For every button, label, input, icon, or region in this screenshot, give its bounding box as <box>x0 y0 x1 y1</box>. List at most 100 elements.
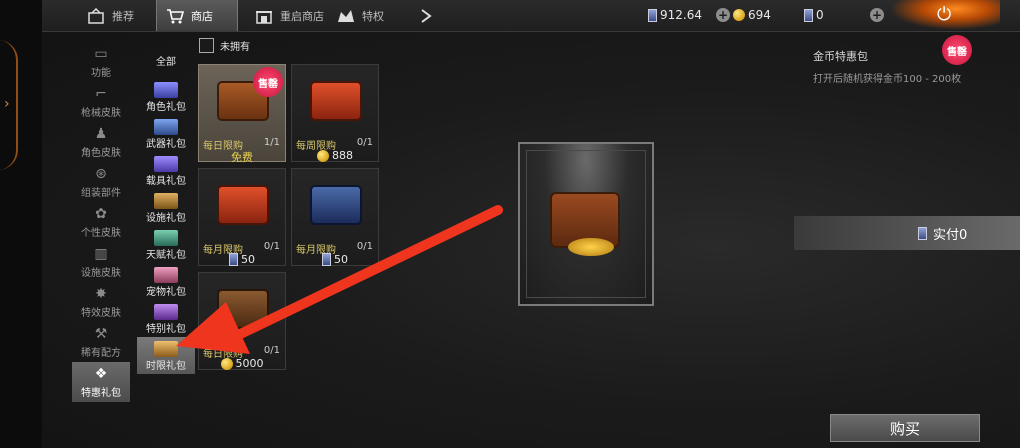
tab-recommend[interactable]: 推荐 <box>78 0 142 31</box>
subcategory-label: 角色礼包 <box>146 102 186 113</box>
category-rare-recipe[interactable]: ⚒ 稀有配方 <box>72 322 130 362</box>
chest-icon <box>217 289 269 329</box>
subcategory-label: 载具礼包 <box>146 176 186 187</box>
gold-value: 694 <box>748 8 771 22</box>
chest-icon <box>310 81 362 121</box>
buy-button[interactable]: 购买 <box>830 414 980 442</box>
category-style-skin[interactable]: ✿ 个性皮肤 <box>72 202 130 242</box>
card-icon <box>648 8 657 22</box>
purchase-count: 1/1 <box>263 137 280 148</box>
card-balance: 912.64 <box>648 8 702 22</box>
detail-description: 打开后随机获得金币100 - 200枚 <box>813 74 962 85</box>
item-gold-pack[interactable]: 售罄 每日限购 1/1 免费 <box>198 64 286 165</box>
ticket-balance: 0 <box>804 8 824 22</box>
pack-icon <box>154 230 178 246</box>
subcategory-list: 全部 角色礼包 武器礼包 载具礼包 设施礼包 天赋礼包 宠物礼包 特别礼包 时限… <box>137 42 195 374</box>
side-panel-edge: › <box>0 0 42 448</box>
price-value: 免费 <box>231 151 253 164</box>
subcategory-talent-pack[interactable]: 天赋礼包 <box>137 226 195 263</box>
subcategory-weapon-pack[interactable]: 武器礼包 <box>137 115 195 152</box>
subcategory-pet-pack[interactable]: 宠物礼包 <box>137 263 195 300</box>
top-nav-bar: 推荐 商店 重启商店 特权 912.64 + 694 0 + <box>42 0 1020 32</box>
restart-shop-icon <box>254 7 274 25</box>
category-label: 个性皮肤 <box>81 227 121 239</box>
tab-label: 特权 <box>362 9 384 23</box>
item-price: 50 <box>199 253 285 266</box>
category-special-pack[interactable]: ❖ 特惠礼包 <box>72 362 130 402</box>
category-effect-skin[interactable]: ✸ 特效皮肤 <box>72 282 130 322</box>
function-icon: ▭ <box>94 45 108 62</box>
subcategory-vehicle-pack[interactable]: 载具礼包 <box>137 152 195 189</box>
category-label: 设施皮肤 <box>81 267 121 279</box>
recommend-icon <box>86 7 106 25</box>
gold-coin-icon <box>220 357 233 370</box>
category-label: 组装部件 <box>81 187 121 199</box>
item-monthly-pack-red[interactable]: 每月限购 0/1 50 <box>198 168 286 266</box>
tab-shop[interactable]: 商店 <box>156 0 238 31</box>
not-owned-checkbox[interactable] <box>199 38 214 53</box>
privilege-icon <box>336 7 356 25</box>
tab-restart-shop[interactable]: 重启商店 <box>246 0 332 31</box>
ticket-icon <box>804 8 813 22</box>
add-ticket: + <box>870 8 884 22</box>
subcategory-facility-pack[interactable]: 设施礼包 <box>137 189 195 226</box>
subcategory-label: 武器礼包 <box>146 139 186 150</box>
ticket-value: 0 <box>816 8 824 22</box>
not-owned-label: 未拥有 <box>220 42 250 53</box>
expand-arrow-icon[interactable]: › <box>4 96 10 112</box>
add-gold-button[interactable]: + <box>716 8 730 22</box>
pack-icon <box>154 304 178 320</box>
item-daily-pack[interactable]: 每日限购 0/1 5000 <box>198 272 286 370</box>
item-price: 免费 <box>199 149 285 165</box>
price-value: 50 <box>241 253 255 266</box>
not-owned-filter[interactable]: 未拥有 <box>199 38 250 53</box>
purchase-count: 0/1 <box>356 137 373 148</box>
price-value: 50 <box>334 253 348 266</box>
pack-icon <box>154 193 178 209</box>
category-gun-skin[interactable]: ⌐ 枪械皮肤 <box>72 82 130 122</box>
recipe-icon: ⚒ <box>94 325 108 342</box>
pack-icon <box>154 267 178 283</box>
category-sidebar: ▭ 功能 ⌐ 枪械皮肤 ♟ 角色皮肤 ⊛ 组装部件 ✿ 个性皮肤 ▥ 设施皮肤 ✸ 特效皮肤 … <box>72 42 130 402</box>
purchase-count: 0/1 <box>356 241 373 252</box>
style-icon: ✿ <box>95 205 107 222</box>
category-label: 稀有配方 <box>81 347 121 359</box>
detail-title: 金币特惠包 <box>813 50 868 63</box>
subcategory-label: 宠物礼包 <box>146 287 186 298</box>
subcategory-all[interactable]: 全部 <box>137 42 195 78</box>
pack-icon <box>154 156 178 172</box>
category-character-skin[interactable]: ♟ 角色皮肤 <box>72 122 130 162</box>
item-price: 888 <box>292 149 378 162</box>
detail-sold-out-badge: 售罄 <box>942 35 972 65</box>
item-weekly-pack[interactable]: 每周限购 0/1 888 <box>291 64 379 162</box>
category-facility-skin[interactable]: ▥ 设施皮肤 <box>72 242 130 282</box>
category-parts[interactable]: ⊛ 组装部件 <box>72 162 130 202</box>
card-icon <box>918 226 927 240</box>
gold-coin-icon <box>317 149 329 162</box>
item-price: 50 <box>292 253 378 266</box>
tab-label: 重启商店 <box>280 9 324 23</box>
tab-label: 商店 <box>191 9 213 23</box>
pack-icon <box>154 341 178 357</box>
category-function[interactable]: ▭ 功能 <box>72 42 130 82</box>
effect-icon: ✸ <box>95 285 107 302</box>
category-label: 功能 <box>91 67 111 79</box>
tab-privilege[interactable]: 特权 <box>328 0 392 31</box>
chevron-right-icon <box>416 7 436 25</box>
add-ticket-button[interactable]: + <box>870 8 884 22</box>
tab-more[interactable] <box>408 0 444 31</box>
card-icon <box>229 253 238 266</box>
power-icon[interactable]: ⏻ <box>937 4 951 25</box>
subcategory-label: 设施礼包 <box>146 213 186 224</box>
item-monthly-pack-blue[interactable]: 每月限购 0/1 50 <box>291 168 379 266</box>
subcategory-special-pack[interactable]: 特别礼包 <box>137 300 195 337</box>
price-value: 888 <box>332 149 353 162</box>
card-icon <box>322 253 331 266</box>
subcategory-limited-pack[interactable]: 时限礼包 <box>137 337 195 374</box>
subcategory-character-pack[interactable]: 角色礼包 <box>137 78 195 115</box>
purchase-count: 0/1 <box>263 345 280 356</box>
shop-screen: › 推荐 商店 重启商店 特权 912.64 + 694 0 + ⏻ ▭ 功能 … <box>0 0 1020 448</box>
item-price: 5000 <box>199 357 285 370</box>
pack-icon <box>154 82 178 98</box>
chest-icon <box>217 185 269 225</box>
